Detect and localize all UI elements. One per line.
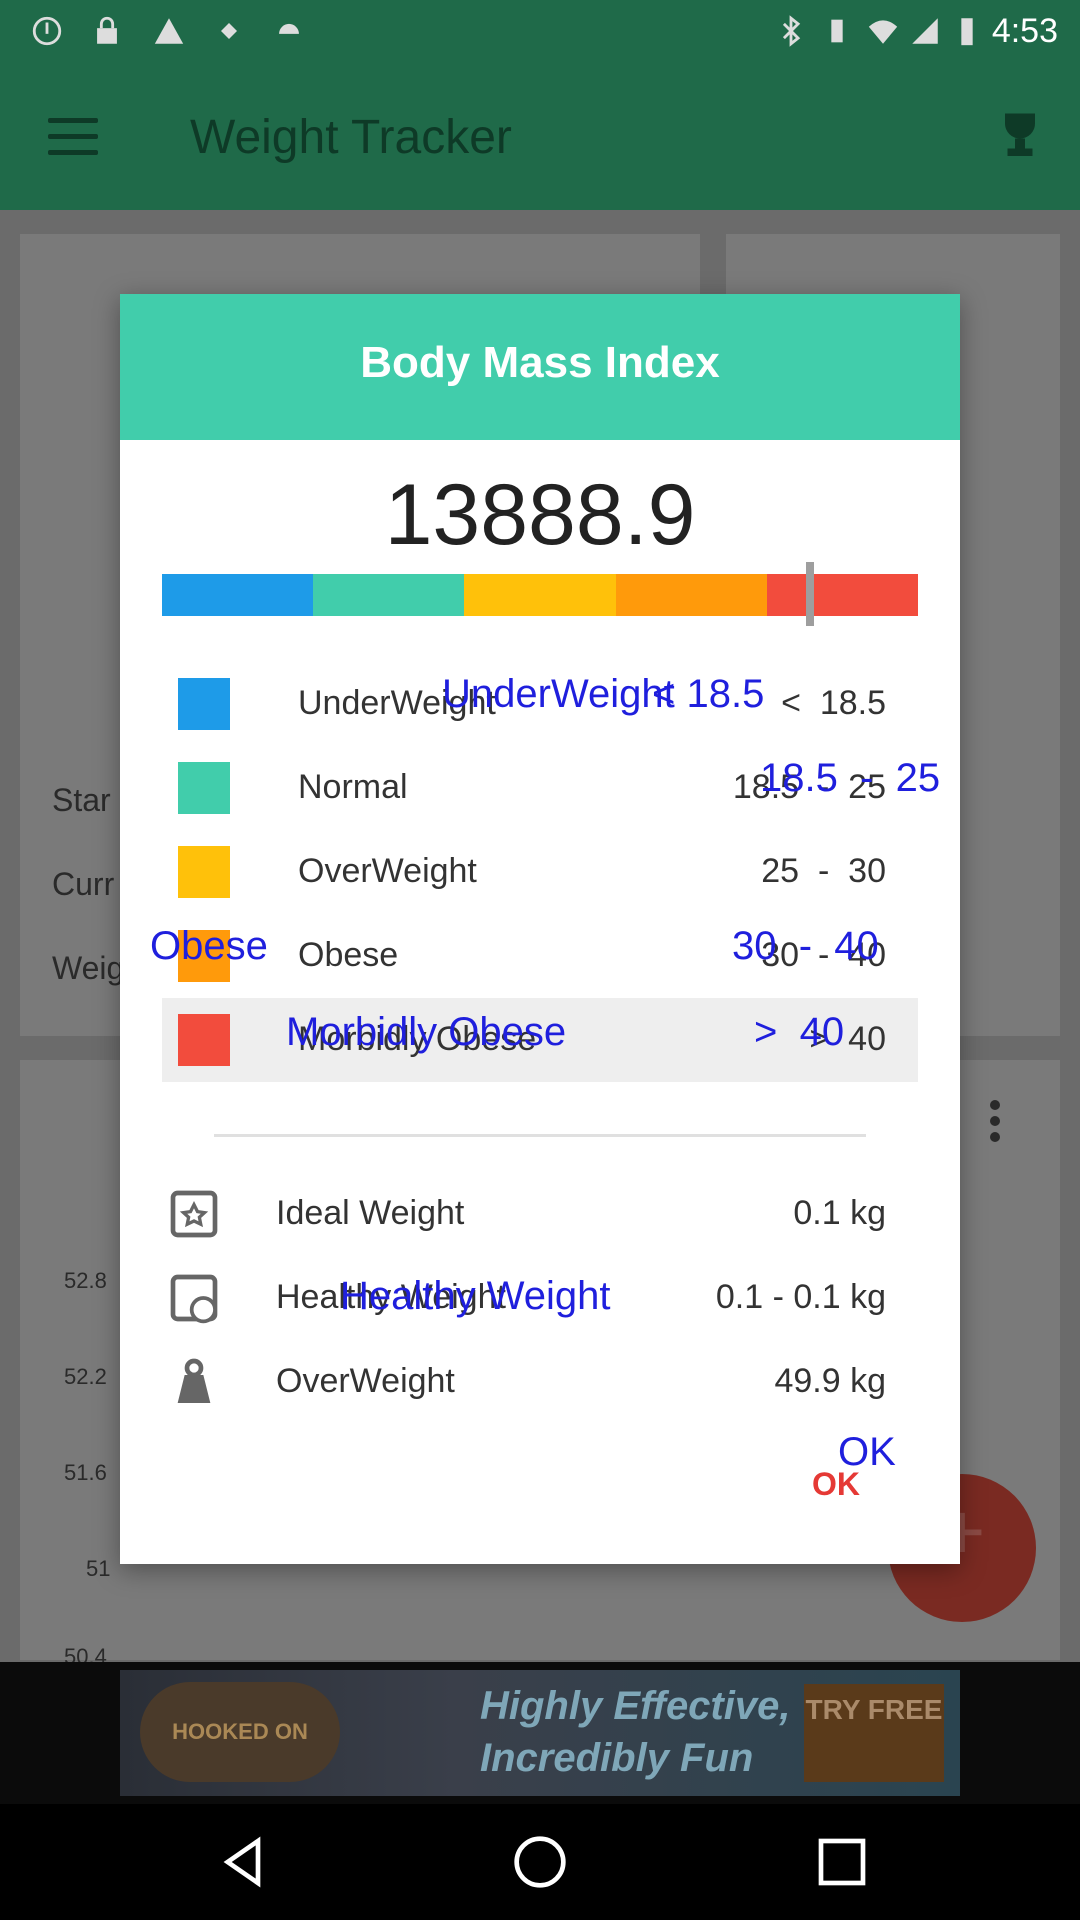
category-color-swatch bbox=[178, 846, 230, 898]
ideal-weight-row: Ideal Weight 0.1 kg bbox=[162, 1174, 918, 1258]
overlay-ok[interactable]: OK bbox=[838, 1430, 896, 1475]
ideal-weight-value: 0.1 kg bbox=[793, 1194, 886, 1232]
overlay-normal-range: 18.5 - 25 bbox=[760, 756, 941, 800]
bmi-value: 13888.9 bbox=[384, 467, 696, 563]
wifi-icon bbox=[868, 20, 898, 44]
category-range: < 18.5 bbox=[781, 684, 886, 722]
ad-image[interactable]: HOOKED ON PHONICS Highly Effective, Incr… bbox=[120, 1670, 960, 1844]
scale-segment bbox=[615, 574, 767, 616]
scale-segment bbox=[313, 574, 465, 616]
overweight-label: OverWeight bbox=[276, 1362, 455, 1400]
lock-icon bbox=[97, 16, 117, 44]
bmi-scale-marker bbox=[806, 562, 814, 626]
divider bbox=[214, 1134, 866, 1137]
trophy-icon[interactable] bbox=[990, 106, 1050, 166]
overlay-obese-range: 30 - 40 bbox=[732, 924, 879, 968]
ad-logo: HOOKED ON PHONICS bbox=[140, 1682, 340, 1844]
app-title: Weight Tracker bbox=[190, 111, 512, 164]
overlay-obese: Obese bbox=[150, 924, 268, 968]
navigation-bar bbox=[0, 1804, 1080, 1920]
scale-segment bbox=[162, 574, 314, 616]
more-options-icon[interactable] bbox=[990, 1100, 1002, 1142]
category-color-swatch bbox=[178, 678, 230, 730]
back-icon[interactable] bbox=[216, 1834, 272, 1890]
menu-icon[interactable] bbox=[48, 118, 98, 158]
scale-star-icon bbox=[170, 1190, 218, 1238]
category-range: 25 - 30 bbox=[761, 852, 886, 890]
bluetooth-icon bbox=[782, 15, 801, 47]
scale-segment bbox=[766, 574, 919, 616]
home-icon[interactable] bbox=[512, 1834, 568, 1890]
warning-icon bbox=[154, 18, 184, 44]
dialog-header: Body Mass Index bbox=[120, 294, 960, 440]
app-bar: Weight Tracker bbox=[0, 62, 1080, 210]
bg-label-weight: Weig bbox=[52, 950, 125, 986]
vibrate-icon bbox=[831, 19, 843, 43]
ideal-weight-label: Ideal Weight bbox=[276, 1194, 465, 1232]
healthy-weight-value: 0.1 - 0.1 kg bbox=[715, 1278, 886, 1316]
overlay-underweight: UnderWeight bbox=[442, 672, 675, 716]
y-tick: 52.8 bbox=[64, 1268, 107, 1293]
android-icon bbox=[279, 23, 299, 34]
clock: 4:53 bbox=[991, 12, 1058, 50]
sync-icon bbox=[32, 16, 62, 46]
category-color-swatch bbox=[178, 1014, 230, 1066]
bmi-scale-bar bbox=[162, 574, 919, 616]
scale-segment bbox=[464, 574, 616, 616]
overweight-row: OverWeight 49.9 kg bbox=[162, 1342, 918, 1426]
y-tick: 51 bbox=[86, 1556, 111, 1581]
weight-icon bbox=[177, 1358, 211, 1403]
category-color-swatch bbox=[178, 762, 230, 814]
overlay-underweight-range: < 18.5 bbox=[652, 672, 765, 716]
recents-icon[interactable] bbox=[814, 1834, 870, 1890]
scale-heart-icon bbox=[170, 1274, 218, 1324]
ad-cta[interactable]: TRY FREE bbox=[804, 1684, 944, 1782]
overlay-healthy: Healthy Weight bbox=[340, 1274, 611, 1318]
signal-icon bbox=[912, 18, 938, 44]
dialog-title: Body Mass Index bbox=[360, 338, 720, 387]
status-bar: 4:53 bbox=[0, 0, 1080, 62]
y-tick: 51.6 bbox=[64, 1460, 107, 1485]
satellite-icon bbox=[220, 22, 238, 40]
overlay-morbid: Morbidly Obese bbox=[286, 1010, 567, 1054]
bmi-category-row: OverWeight 25 - 30 bbox=[162, 830, 918, 914]
bg-label-current: Curr bbox=[52, 866, 115, 902]
battery-icon bbox=[961, 18, 973, 46]
category-label: Normal bbox=[298, 768, 408, 806]
ad-banner[interactable]: HOOKED ON PHONICS Highly Effective, Incr… bbox=[0, 1662, 1080, 1844]
y-tick: 52.2 bbox=[64, 1364, 107, 1389]
overweight-value: 49.9 kg bbox=[774, 1362, 886, 1400]
bg-label-start: Star bbox=[52, 782, 111, 818]
category-label: OverWeight bbox=[298, 852, 477, 890]
category-label: Obese bbox=[298, 936, 399, 974]
overlay-morbid-range: > 40 bbox=[754, 1010, 845, 1054]
